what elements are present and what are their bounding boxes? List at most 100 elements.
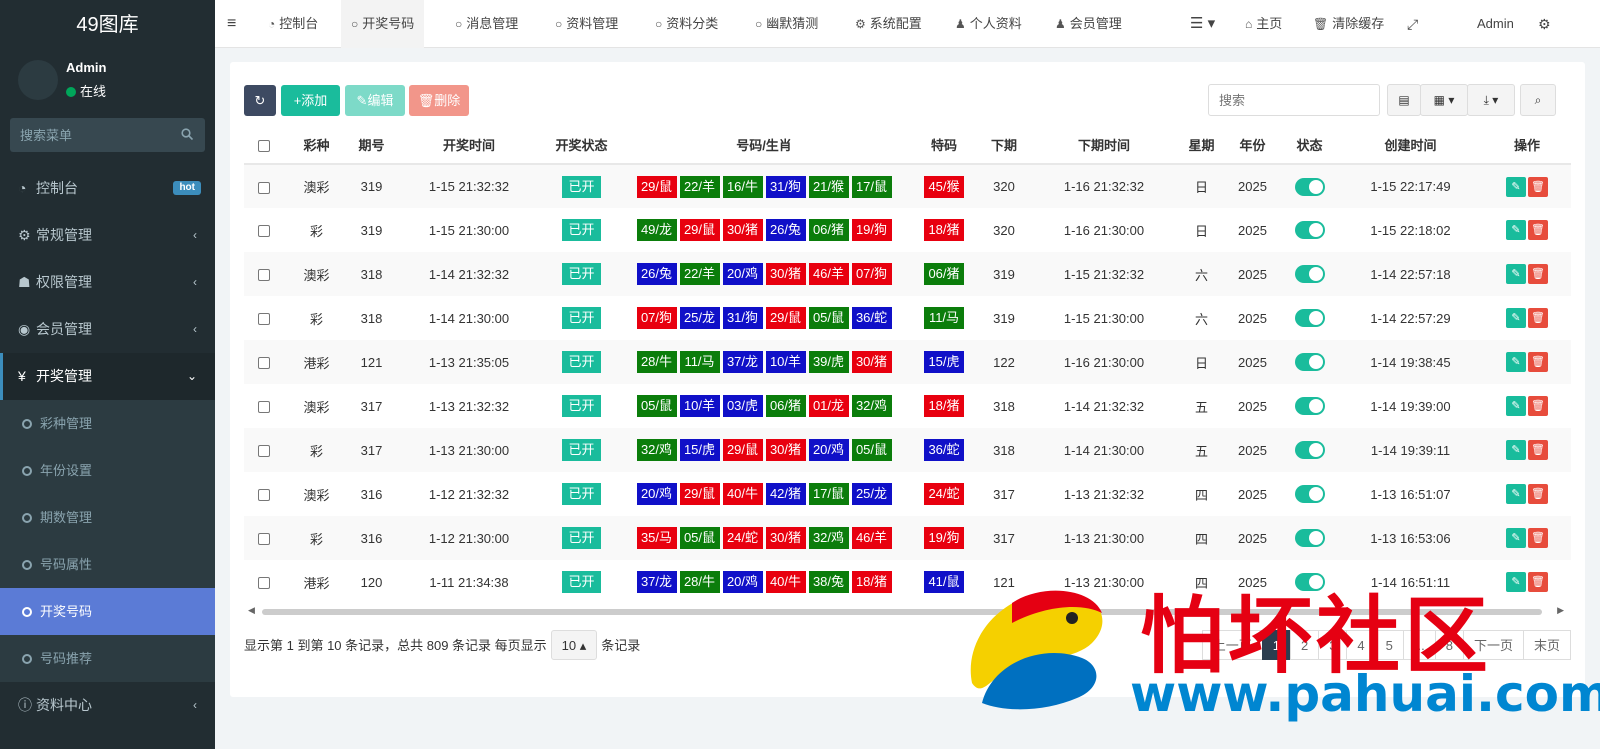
row-delete-button[interactable]: 🗑 — [1528, 220, 1548, 240]
col-status[interactable]: 状态 — [1281, 126, 1338, 165]
row-select[interactable] — [244, 560, 284, 604]
row-checkbox[interactable] — [258, 313, 270, 326]
row-checkbox[interactable] — [258, 225, 270, 238]
toggle-view-button[interactable]: ▤ — [1387, 84, 1421, 116]
col-next-time[interactable]: 下期时间 — [1029, 126, 1179, 165]
menu-search-input[interactable] — [10, 118, 170, 152]
row-delete-button[interactable]: 🗑 — [1528, 352, 1548, 372]
select-all-checkbox[interactable] — [244, 126, 284, 165]
col-draw-status[interactable]: 开奖状态 — [544, 126, 619, 165]
advanced-search-button[interactable]: ⌕ — [1520, 84, 1556, 116]
row-edit-button[interactable]: ✎ — [1506, 220, 1526, 240]
sidebar-subitem-draw-numbers[interactable]: 开奖号码 — [0, 588, 215, 635]
row-checkbox[interactable] — [258, 489, 270, 502]
row-checkbox[interactable] — [258, 181, 270, 194]
row-checkbox[interactable] — [258, 401, 270, 414]
col-issue[interactable]: 期号 — [349, 126, 394, 165]
row-edit-button[interactable]: ✎ — [1506, 264, 1526, 284]
clear-cache-button[interactable]: 🗑 清除缓存 — [1313, 0, 1384, 48]
tab-material-categories[interactable]: ○ 资料分类 — [655, 0, 718, 48]
row-delete-button[interactable]: 🗑 — [1528, 308, 1548, 328]
row-edit-button[interactable]: ✎ — [1506, 528, 1526, 548]
tab-humor-guess[interactable]: ○ 幽默猜测 — [755, 0, 818, 48]
status-toggle[interactable] — [1294, 529, 1325, 547]
row-select[interactable] — [244, 164, 284, 208]
row-select[interactable] — [244, 252, 284, 296]
col-draw-time[interactable]: 开奖时间 — [394, 126, 544, 165]
tab-draw-numbers[interactable]: ○ 开奖号码 — [341, 0, 425, 48]
sidebar-subitem-number-attrs[interactable]: 号码属性 — [0, 541, 215, 588]
page-size-select[interactable]: 10 ▴ — [550, 630, 598, 660]
status-toggle[interactable] — [1294, 221, 1325, 239]
sidebar-item-lottery[interactable]: ¥ 开奖管理 ⌄ — [0, 353, 215, 400]
table-search-input[interactable] — [1208, 84, 1380, 116]
home-link[interactable]: ⌂ 主页 — [1245, 0, 1282, 48]
sidebar-toggle-icon[interactable]: ≡ — [227, 0, 236, 48]
scroll-left-icon[interactable]: ◀ — [248, 605, 255, 616]
col-numbers[interactable]: 号码/生肖 — [619, 126, 909, 165]
sidebar-item-dashboard[interactable]: ◔ 控制台 hot — [0, 165, 215, 212]
col-year[interactable]: 年份 — [1224, 126, 1281, 165]
col-type[interactable]: 彩种 — [284, 126, 349, 165]
tab-profile[interactable]: ♟ 个人资料 — [955, 0, 1022, 48]
status-toggle[interactable] — [1294, 309, 1325, 327]
row-select[interactable] — [244, 384, 284, 428]
row-checkbox[interactable] — [258, 269, 270, 282]
row-select[interactable] — [244, 428, 284, 472]
delete-button[interactable]: 🗑删除 — [409, 85, 469, 116]
add-button[interactable]: +添加 — [281, 85, 340, 116]
col-next[interactable]: 下期 — [979, 126, 1029, 165]
row-edit-button[interactable]: ✎ — [1506, 308, 1526, 328]
status-toggle[interactable] — [1294, 177, 1325, 196]
row-delete-button[interactable]: 🗑 — [1528, 484, 1548, 504]
export-button[interactable]: ⤓ ▾ — [1467, 84, 1515, 116]
row-delete-button[interactable]: 🗑 — [1528, 396, 1548, 416]
col-created[interactable]: 创建时间 — [1338, 126, 1483, 165]
row-edit-button[interactable]: ✎ — [1506, 176, 1526, 197]
sidebar-item-members[interactable]: ◉ 会员管理 ‹ — [0, 306, 215, 353]
row-select[interactable] — [244, 516, 284, 560]
tab-materials[interactable]: ○ 资料管理 — [555, 0, 618, 48]
row-select[interactable] — [244, 208, 284, 252]
row-checkbox[interactable] — [258, 445, 270, 458]
row-delete-button[interactable]: 🗑 — [1528, 264, 1548, 284]
tab-system-config[interactable]: ⚙ 系统配置 — [855, 0, 922, 48]
row-edit-button[interactable]: ✎ — [1506, 396, 1526, 416]
refresh-button[interactable]: ↻ — [244, 85, 276, 116]
tab-messages[interactable]: ○ 消息管理 — [455, 0, 518, 48]
row-select[interactable] — [244, 296, 284, 340]
sidebar-subitem-lottery-types[interactable]: 彩种管理 — [0, 400, 215, 447]
row-delete-button[interactable]: 🗑 — [1528, 528, 1548, 548]
row-checkbox[interactable] — [258, 533, 270, 546]
status-toggle[interactable] — [1294, 441, 1325, 459]
row-edit-button[interactable]: ✎ — [1506, 440, 1526, 460]
settings-icon[interactable]: ⚙ — [1538, 0, 1551, 48]
admin-menu[interactable]: Admin — [1477, 0, 1514, 48]
app-logo[interactable]: 49图库 — [0, 0, 215, 50]
fullscreen-icon[interactable]: ⤢ — [1407, 0, 1418, 48]
sidebar-subitem-recommend[interactable]: 号码推荐 — [0, 635, 215, 682]
sidebar-item-auth[interactable]: ☗ 权限管理 ‹ — [0, 259, 215, 306]
row-delete-button[interactable]: 🗑 — [1528, 440, 1548, 460]
row-checkbox[interactable] — [258, 577, 270, 590]
list-dropdown-icon[interactable]: ☰ ▾ — [1190, 0, 1215, 48]
sidebar-item-general[interactable]: ⚙ 常规管理 ‹ — [0, 212, 215, 259]
row-edit-button[interactable]: ✎ — [1506, 484, 1526, 504]
row-delete-button[interactable]: 🗑 — [1528, 176, 1548, 197]
status-toggle[interactable] — [1294, 353, 1325, 371]
col-week[interactable]: 星期 — [1179, 126, 1224, 165]
row-edit-button[interactable]: ✎ — [1506, 352, 1526, 372]
row-select[interactable] — [244, 340, 284, 384]
col-special[interactable]: 特码 — [909, 126, 979, 165]
status-toggle[interactable] — [1294, 265, 1325, 283]
edit-button[interactable]: ✎编辑 — [345, 85, 405, 116]
sidebar-subitem-issues[interactable]: 期数管理 — [0, 494, 215, 541]
status-toggle[interactable] — [1294, 397, 1325, 415]
search-icon[interactable] — [181, 128, 193, 140]
status-toggle[interactable] — [1294, 485, 1325, 503]
sidebar-item-data-center[interactable]: ⓘ 资料中心 ‹ — [0, 682, 215, 729]
checkbox[interactable] — [258, 139, 270, 152]
row-select[interactable] — [244, 472, 284, 516]
tab-dashboard[interactable]: ◔ 控制台 — [268, 0, 318, 48]
row-checkbox[interactable] — [258, 357, 270, 370]
